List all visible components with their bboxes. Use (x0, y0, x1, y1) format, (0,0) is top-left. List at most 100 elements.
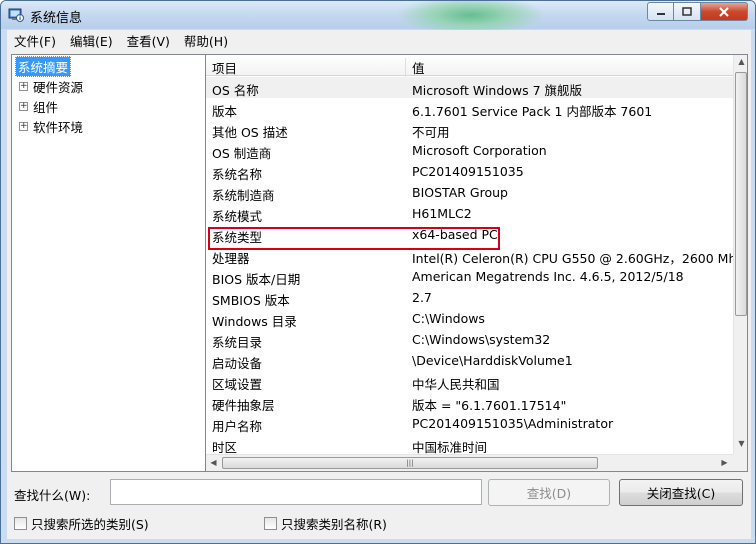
row-value-cell: American Megatrends Inc. 4.6.5, 2012/5/1… (412, 269, 684, 284)
minimize-button[interactable] (647, 2, 674, 21)
table-row[interactable]: 版本 6.1.7601 Service Pack 1 内部版本 7601 (206, 98, 734, 119)
row-value-cell: Intel(R) Celeron(R) CPU G550 @ 2.60GHz，2… (412, 251, 734, 266)
tree-item-label: 软件环境 (33, 120, 84, 135)
table-row[interactable]: OS 名称 Microsoft Windows 7 旗舰版 (206, 77, 734, 98)
menu-bar: 文件(F) 编辑(E) 查看(V) 帮助(H) (7, 30, 751, 50)
row-item-cell: 系统制造商 (212, 188, 275, 203)
row-value-cell: 中华人民共和国 (412, 377, 500, 392)
list-header: 项目 值 (206, 55, 734, 79)
row-item-cell: 系统类型 (212, 230, 263, 245)
maximize-button[interactable] (674, 2, 701, 21)
horizontal-scrollbar[interactable]: ◀ ||| ▶ (206, 454, 734, 471)
column-divider[interactable] (405, 58, 406, 79)
row-value-cell: \Device\HarddiskVolume1 (412, 353, 573, 368)
find-input[interactable] (110, 479, 482, 505)
row-item-cell: Windows 目录 (212, 314, 297, 329)
minimize-icon (656, 12, 665, 15)
checkbox-box[interactable] (14, 517, 27, 530)
close-icon (719, 6, 729, 17)
expand-icon[interactable]: + (19, 122, 28, 131)
row-item-cell: 系统模式 (212, 209, 263, 224)
find-label: 查找什么(W): (14, 488, 91, 503)
tree-item-components[interactable]: + 组件 (19, 97, 58, 116)
row-value-cell: 版本 = "6.1.7601.17514" (412, 398, 567, 413)
tree-item-hardware-resources[interactable]: + 硬件资源 (19, 77, 83, 96)
column-header-value[interactable]: 值 (412, 58, 425, 77)
menu-view[interactable]: 查看(V) (120, 31, 177, 50)
tree-item-label: 组件 (33, 100, 59, 115)
row-value-cell: 不可用 (412, 125, 450, 140)
scrollbar-corner (733, 454, 747, 471)
scroll-left-icon[interactable]: ◀ (206, 458, 221, 467)
search-category-names-checkbox[interactable]: 只搜索类别名称(R) (264, 514, 387, 533)
title-bar[interactable]: i 系统信息 (1, 1, 755, 35)
table-row[interactable]: 系统制造商 BIOSTAR Group (206, 182, 734, 203)
vertical-scroll-thumb[interactable] (735, 72, 747, 316)
window-title: 系统信息 (30, 11, 83, 26)
checkbox-label: 只搜索所选的类别(S) (31, 517, 149, 532)
table-row[interactable]: 其他 OS 描述 不可用 (206, 119, 734, 140)
row-value-cell: Microsoft Corporation (412, 143, 547, 158)
row-value-cell: PC201409151035 (412, 164, 524, 179)
row-value-cell: H61MLC2 (412, 206, 472, 221)
menu-file[interactable]: 文件(F) (7, 31, 63, 50)
scroll-right-icon[interactable]: ▶ (717, 458, 732, 467)
main-content: 系统摘要 + 硬件资源 + 组件 + 软件环境 项目 值 OS 名称 Micros… (7, 50, 751, 539)
table-row[interactable]: 处理器 Intel(R) Celeron(R) CPU G550 @ 2.60GH… (206, 245, 734, 266)
list-rows: OS 名称 Microsoft Windows 7 旗舰版版本 6.1.7601 S… (206, 77, 734, 455)
row-item-cell: 用户名称 (212, 419, 263, 434)
row-item-cell: 其他 OS 描述 (212, 125, 288, 140)
table-row[interactable]: 系统名称 PC201409151035 (206, 161, 734, 182)
table-row[interactable]: SMBIOS 版本 2.7 (206, 287, 734, 308)
row-item-cell: OS 制造商 (212, 146, 272, 161)
table-row[interactable]: 时区 中国标准时间 (206, 434, 734, 455)
table-row[interactable]: BIOS 版本/日期 American Megatrends Inc. 4.6.5… (206, 266, 734, 287)
row-value-cell: C:\Windows (412, 311, 485, 326)
table-row[interactable]: 系统目录 C:\Windows\system32 (206, 329, 734, 350)
search-selected-category-checkbox[interactable]: 只搜索所选的类别(S) (14, 514, 149, 533)
find-button[interactable]: 查找(D) (488, 479, 610, 506)
column-header-item[interactable]: 项目 (212, 58, 237, 77)
table-row[interactable]: 用户名称 PC201409151035\Administrator (206, 413, 734, 434)
table-row[interactable]: Windows 目录 C:\Windows (206, 308, 734, 329)
svg-text:i: i (19, 15, 21, 22)
row-item-cell: BIOS 版本/日期 (212, 272, 301, 287)
row-item-cell: 系统目录 (212, 335, 263, 350)
table-row[interactable]: 系统模式 H61MLC2 (206, 203, 734, 224)
row-item-cell: OS 名称 (212, 83, 259, 98)
table-row[interactable]: OS 制造商 Microsoft Corporation (206, 140, 734, 161)
system-info-icon: i (8, 8, 24, 22)
category-tree: 系统摘要 + 硬件资源 + 组件 + 软件环境 (11, 54, 207, 472)
row-item-cell: 系统名称 (212, 167, 263, 182)
tree-item-label: 系统摘要 (15, 56, 72, 77)
close-find-button[interactable]: 关闭查找(C) (619, 479, 743, 506)
table-row[interactable]: 区域设置 中华人民共和国 (206, 371, 734, 392)
details-list: 项目 值 OS 名称 Microsoft Windows 7 旗舰版版本 6.1.7… (205, 54, 748, 472)
row-value-cell: 6.1.7601 Service Pack 1 内部版本 7601 (412, 104, 653, 119)
tree-item-system-summary[interactable]: 系统摘要 (15, 56, 72, 77)
menu-edit[interactable]: 编辑(E) (63, 31, 120, 50)
row-item-cell: 版本 (212, 104, 238, 119)
checkbox-box[interactable] (264, 517, 277, 530)
tree-item-software-environment[interactable]: + 软件环境 (19, 117, 83, 136)
menu-help[interactable]: 帮助(H) (177, 31, 235, 50)
vertical-scrollbar[interactable]: ▲ ▼ (733, 55, 747, 454)
table-row[interactable]: 系统类型 x64-based PC (206, 224, 734, 245)
row-value-cell: BIOSTAR Group (412, 185, 508, 200)
scroll-up-icon[interactable]: ▲ (734, 57, 747, 66)
horizontal-scroll-thumb[interactable]: ||| (222, 457, 598, 469)
row-item-cell: 区域设置 (212, 377, 263, 392)
row-value-cell: C:\Windows\system32 (412, 332, 551, 347)
scroll-down-icon[interactable]: ▼ (734, 439, 747, 448)
row-value-cell: 2.7 (412, 290, 432, 305)
checkbox-label: 只搜索类别名称(R) (281, 517, 387, 532)
system-info-window: i 系统信息 文件(F) 编辑(E) 查看(V) 帮助(H) 系统摘要 + 硬件… (0, 0, 756, 544)
row-item-cell: 启动设备 (212, 356, 263, 371)
row-value-cell: x64-based PC (412, 227, 498, 242)
table-row[interactable]: 硬件抽象层 版本 = "6.1.7601.17514" (206, 392, 734, 413)
close-button[interactable] (701, 2, 748, 21)
tree-item-label: 硬件资源 (33, 80, 84, 95)
expand-icon[interactable]: + (19, 82, 28, 91)
expand-icon[interactable]: + (19, 102, 28, 111)
table-row[interactable]: 启动设备 \Device\HarddiskVolume1 (206, 350, 734, 371)
